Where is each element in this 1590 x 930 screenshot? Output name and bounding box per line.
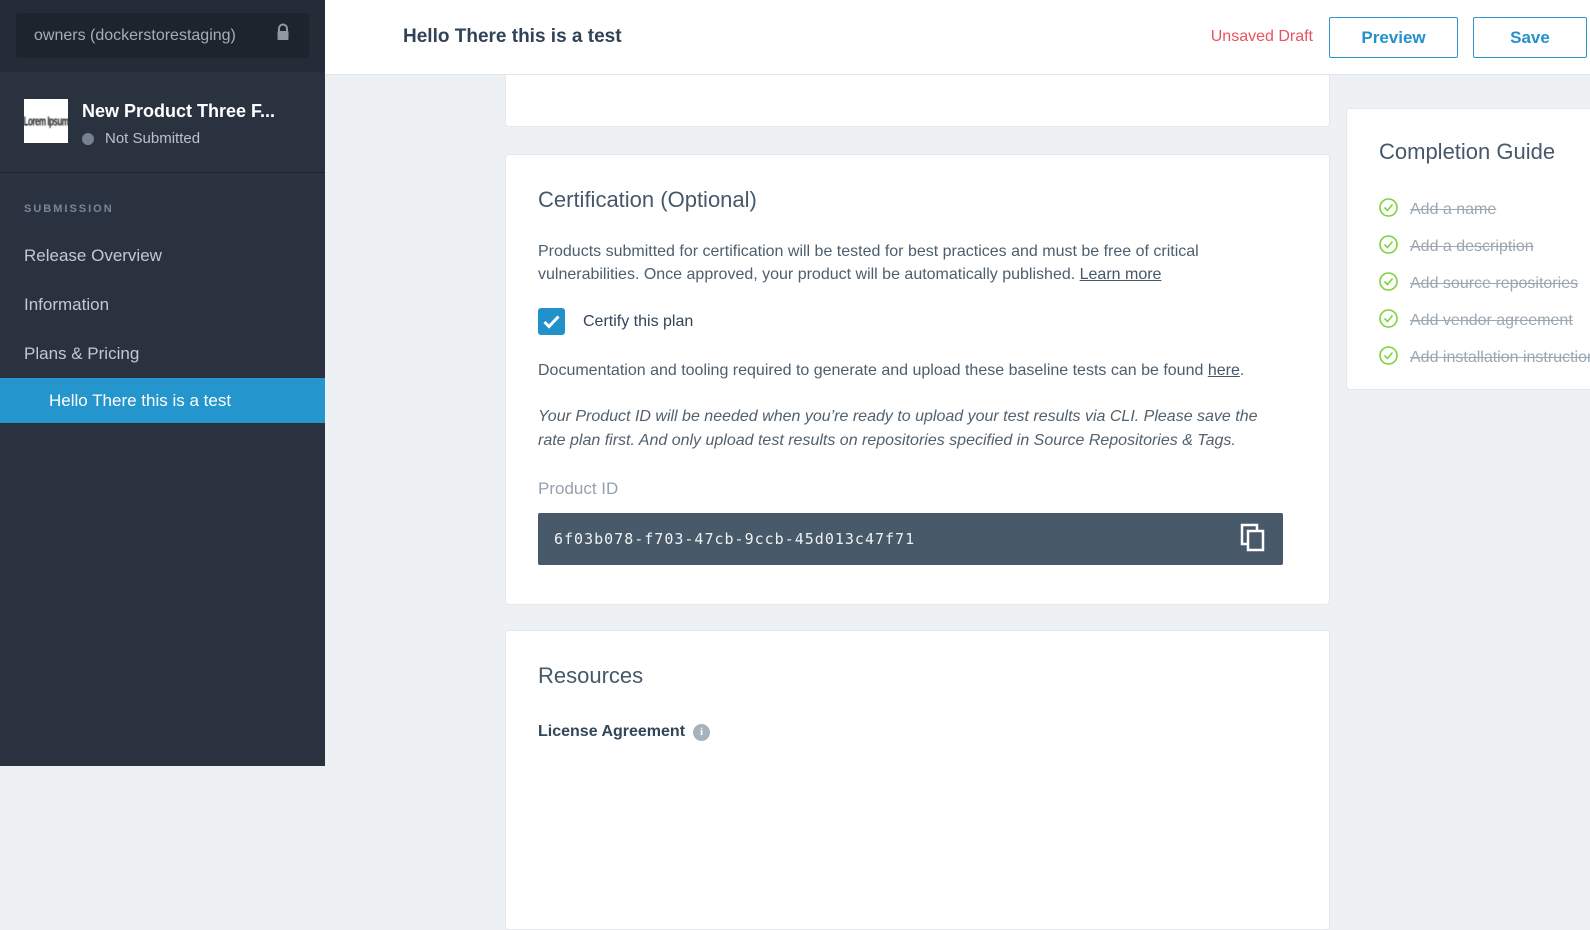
sidebar: owners (dockerstorestaging) Lorem Ipsum … xyxy=(0,0,325,766)
license-agreement-label: License Agreement xyxy=(538,723,685,741)
check-circle-icon xyxy=(1379,198,1398,222)
here-link[interactable]: here xyxy=(1208,362,1240,379)
product-id-box: 6f03b078-f703-47cb-9ccb-45d013c47f71 xyxy=(538,513,1283,565)
preview-button[interactable]: Preview xyxy=(1329,17,1458,58)
completion-guide-card: Completion Guide Add a name Add a descri… xyxy=(1346,108,1590,390)
certification-card: Certification (Optional) Products submit… xyxy=(505,154,1330,605)
product-avatar-text: Lorem Ipsum xyxy=(24,114,68,128)
product-avatar: Lorem Ipsum xyxy=(24,99,68,143)
guide-item-add-description[interactable]: Add a description xyxy=(1379,235,1590,259)
org-selector-bar: owners (dockerstorestaging) xyxy=(0,0,325,72)
previous-section-card xyxy=(505,75,1330,127)
certification-description: Products submitted for certification wil… xyxy=(538,240,1283,286)
guide-item-label: Add a description xyxy=(1410,238,1534,256)
check-circle-icon xyxy=(1379,309,1398,333)
completion-guide-title: Completion Guide xyxy=(1379,139,1590,165)
page-header: Hello There this is a test Unsaved Draft… xyxy=(325,0,1590,75)
docs-paragraph: Documentation and tooling required to ge… xyxy=(538,359,1283,382)
nav-section-header: SUBMISSION xyxy=(0,187,325,231)
certification-heading: Certification (Optional) xyxy=(538,187,1297,213)
save-button[interactable]: Save xyxy=(1473,17,1587,58)
product-id-value: 6f03b078-f703-47cb-9ccb-45d013c47f71 xyxy=(554,530,915,548)
resources-heading: Resources xyxy=(538,663,1297,689)
resources-card: Resources License Agreement i xyxy=(505,630,1330,930)
product-id-label: Product ID xyxy=(538,479,1297,499)
unsaved-draft-badge: Unsaved Draft xyxy=(1211,28,1313,46)
lock-icon xyxy=(275,23,291,48)
status-dot-icon xyxy=(82,133,94,145)
guide-item-add-vendor-agreement[interactable]: Add vendor agreement xyxy=(1379,309,1590,333)
org-selector[interactable]: owners (dockerstorestaging) xyxy=(16,13,309,58)
certify-checkbox-label: Certify this plan xyxy=(583,313,693,331)
guide-item-add-source-repositories[interactable]: Add source repositories xyxy=(1379,272,1590,296)
guide-item-label: Add installation instructions xyxy=(1410,349,1590,367)
product-id-note: Your Product ID will be needed when you’… xyxy=(538,405,1283,453)
sidebar-item-plans-pricing[interactable]: Plans & Pricing xyxy=(0,329,325,378)
learn-more-link[interactable]: Learn more xyxy=(1080,266,1162,283)
guide-item-label: Add a name xyxy=(1410,201,1496,219)
product-meta: New Product Three F... Not Submitted xyxy=(82,99,275,172)
product-summary: Lorem Ipsum New Product Three F... Not S… xyxy=(0,72,325,172)
org-selector-label: owners (dockerstorestaging) xyxy=(34,27,275,45)
sidebar-nav: SUBMISSION Release Overview Information … xyxy=(0,173,325,423)
guide-item-add-installation-instructions[interactable]: Add installation instructions xyxy=(1379,346,1590,370)
check-circle-icon xyxy=(1379,346,1398,370)
page-title: Hello There this is a test xyxy=(403,26,622,48)
docs-text-after: . xyxy=(1240,362,1244,379)
guide-item-label: Add source repositories xyxy=(1410,275,1578,293)
certify-checkbox[interactable] xyxy=(538,308,565,335)
info-icon[interactable]: i xyxy=(693,724,710,741)
main-content: Certification (Optional) Products submit… xyxy=(325,75,1590,766)
license-agreement-row: License Agreement i xyxy=(538,723,1297,741)
guide-item-label: Add vendor agreement xyxy=(1410,312,1573,330)
guide-item-add-name[interactable]: Add a name xyxy=(1379,198,1590,222)
copy-button[interactable] xyxy=(1240,523,1267,554)
sidebar-item-information[interactable]: Information xyxy=(0,280,325,329)
docs-text: Documentation and tooling required to ge… xyxy=(538,362,1208,379)
sidebar-item-active-plan[interactable]: Hello There this is a test xyxy=(0,378,325,423)
check-circle-icon xyxy=(1379,272,1398,296)
check-circle-icon xyxy=(1379,235,1398,259)
sidebar-item-release-overview[interactable]: Release Overview xyxy=(0,231,325,280)
product-name: New Product Three F... xyxy=(82,101,275,122)
product-status: Not Submitted xyxy=(82,130,275,147)
product-status-label: Not Submitted xyxy=(105,130,200,147)
certify-row: Certify this plan xyxy=(538,308,1297,335)
